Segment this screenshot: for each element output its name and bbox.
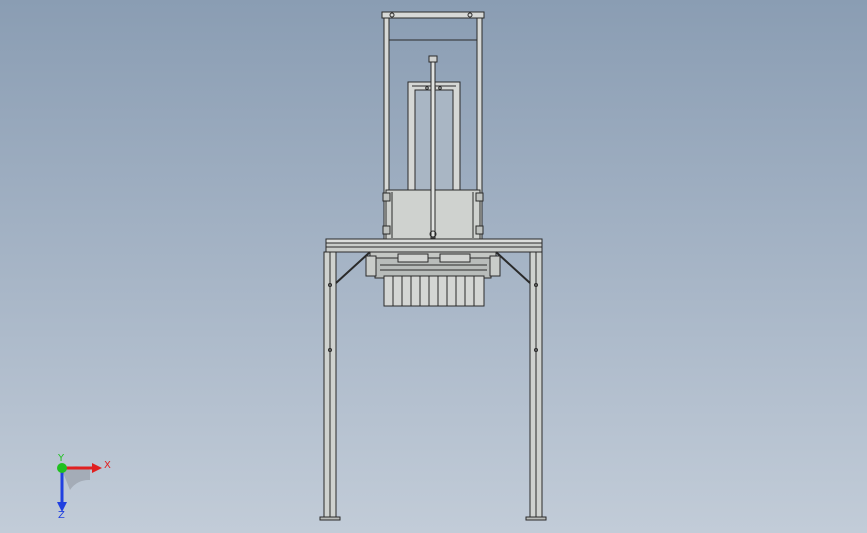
table-top xyxy=(325,238,543,253)
x-axis-label: X xyxy=(104,460,111,471)
machine-model[interactable] xyxy=(319,11,547,521)
coordinate-triad: X Y Z xyxy=(57,453,111,520)
filling-head-assembly xyxy=(365,251,501,307)
y-axis-icon xyxy=(57,463,67,473)
graphics-viewport[interactable] xyxy=(0,0,867,533)
y-axis-label: Y xyxy=(57,453,65,464)
x-arrow-icon xyxy=(92,463,102,473)
z-axis-label: Z xyxy=(58,510,65,520)
